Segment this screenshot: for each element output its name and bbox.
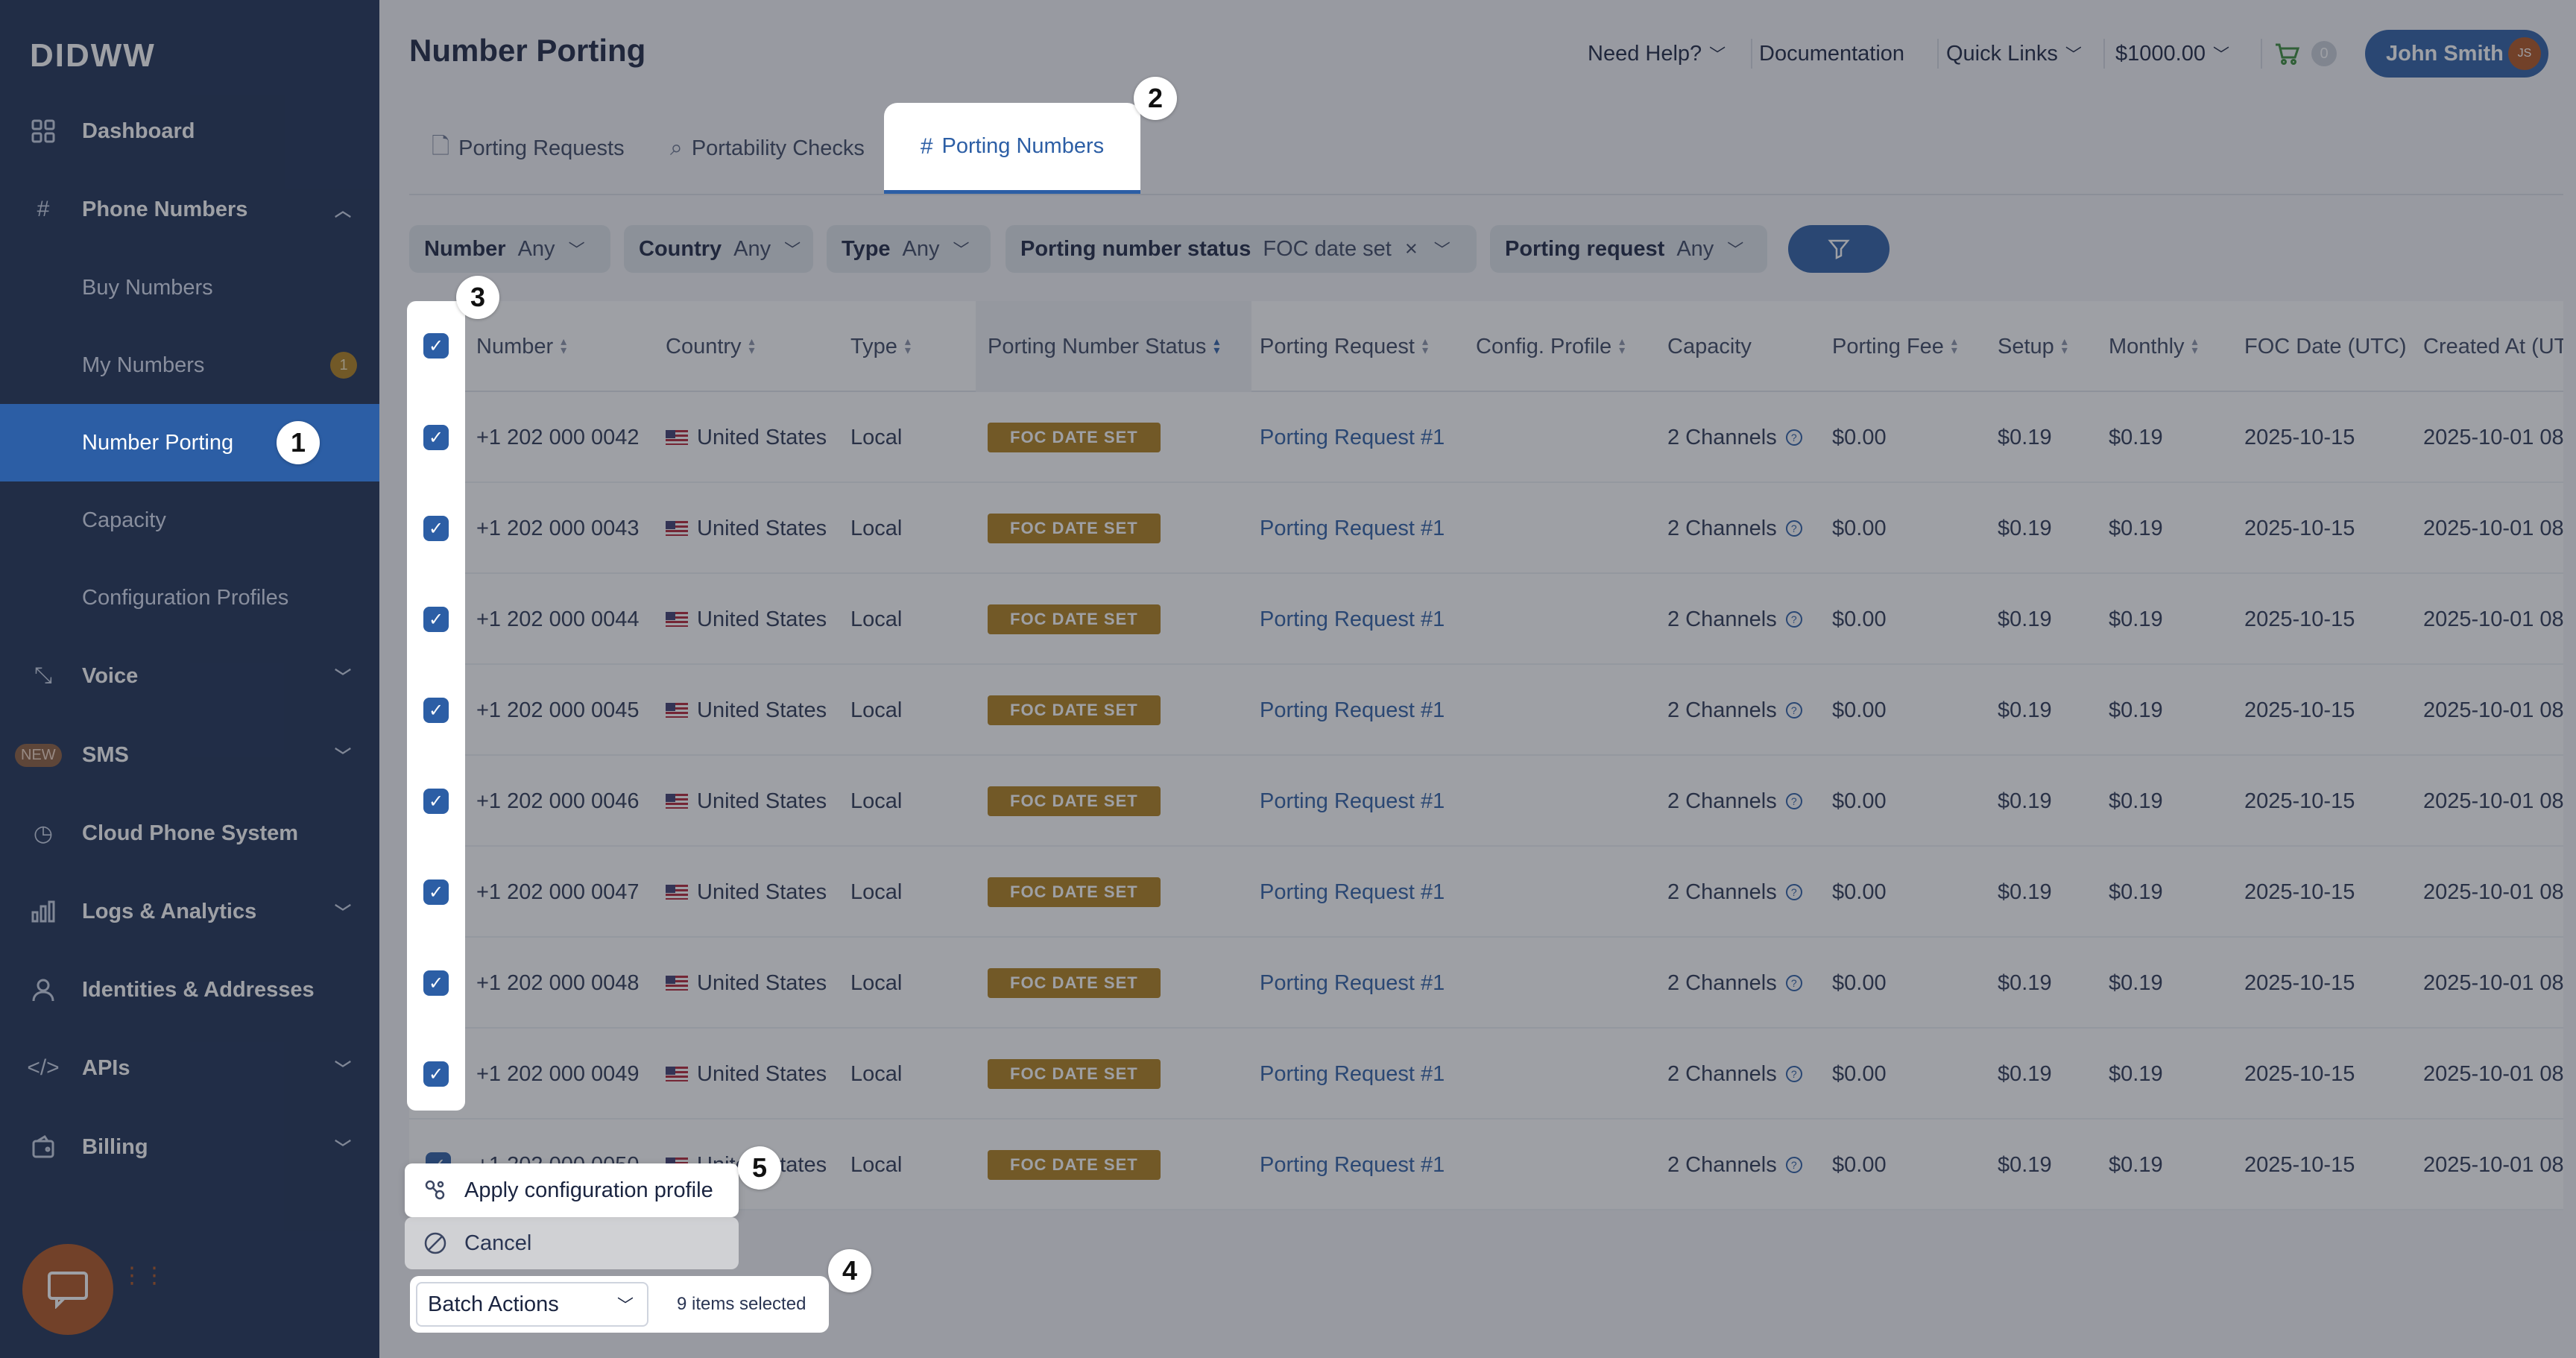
hash-icon: # — [920, 133, 933, 159]
cancel-icon — [423, 1231, 448, 1256]
row-checkbox[interactable]: ✓ — [423, 879, 449, 905]
selected-count: 9 items selected — [677, 1294, 806, 1314]
cancel-option[interactable]: Cancel — [405, 1217, 739, 1269]
step-marker-2: 2 — [1134, 77, 1177, 120]
row-checkbox[interactable]: ✓ — [423, 698, 449, 723]
chevron-down-icon: ﹀ — [616, 1296, 634, 1315]
apply-configuration-profile-option[interactable]: Apply configuration profile — [405, 1163, 739, 1217]
menu-item-label: Apply configuration profile — [464, 1178, 713, 1202]
batch-actions-label: Batch Actions — [428, 1292, 559, 1316]
step-marker-4: 4 — [828, 1249, 871, 1292]
tab-porting-numbers[interactable]: # Porting Numbers — [884, 103, 1140, 194]
config-profile-icon — [423, 1178, 448, 1203]
batch-actions-bar: Batch Actions ﹀ 9 items selected — [410, 1276, 829, 1333]
tab-label: Porting Numbers — [941, 134, 1105, 158]
row-checkbox[interactable]: ✓ — [423, 970, 449, 996]
row-checkbox[interactable]: ✓ — [423, 789, 449, 814]
row-checkbox[interactable]: ✓ — [423, 607, 449, 632]
tutorial-overlay — [0, 0, 2576, 1358]
row-checkbox[interactable]: ✓ — [423, 425, 449, 450]
batch-actions-select[interactable]: Batch Actions ﹀ — [416, 1282, 648, 1327]
sidebar-item-label: Number Porting — [82, 430, 234, 455]
step-marker-1: 1 — [277, 421, 320, 464]
step-marker-3: 3 — [456, 276, 499, 319]
sidebar-item-number-porting[interactable]: Number Porting — [0, 404, 379, 481]
batch-actions-menu: Apply configuration profile Cancel — [405, 1163, 739, 1269]
menu-item-label: Cancel — [464, 1231, 532, 1255]
row-checkbox[interactable]: ✓ — [423, 516, 449, 541]
row-checkbox[interactable]: ✓ — [423, 1061, 449, 1087]
select-all-checkbox[interactable]: ✓ — [423, 333, 449, 359]
step-marker-5: 5 — [738, 1146, 781, 1190]
